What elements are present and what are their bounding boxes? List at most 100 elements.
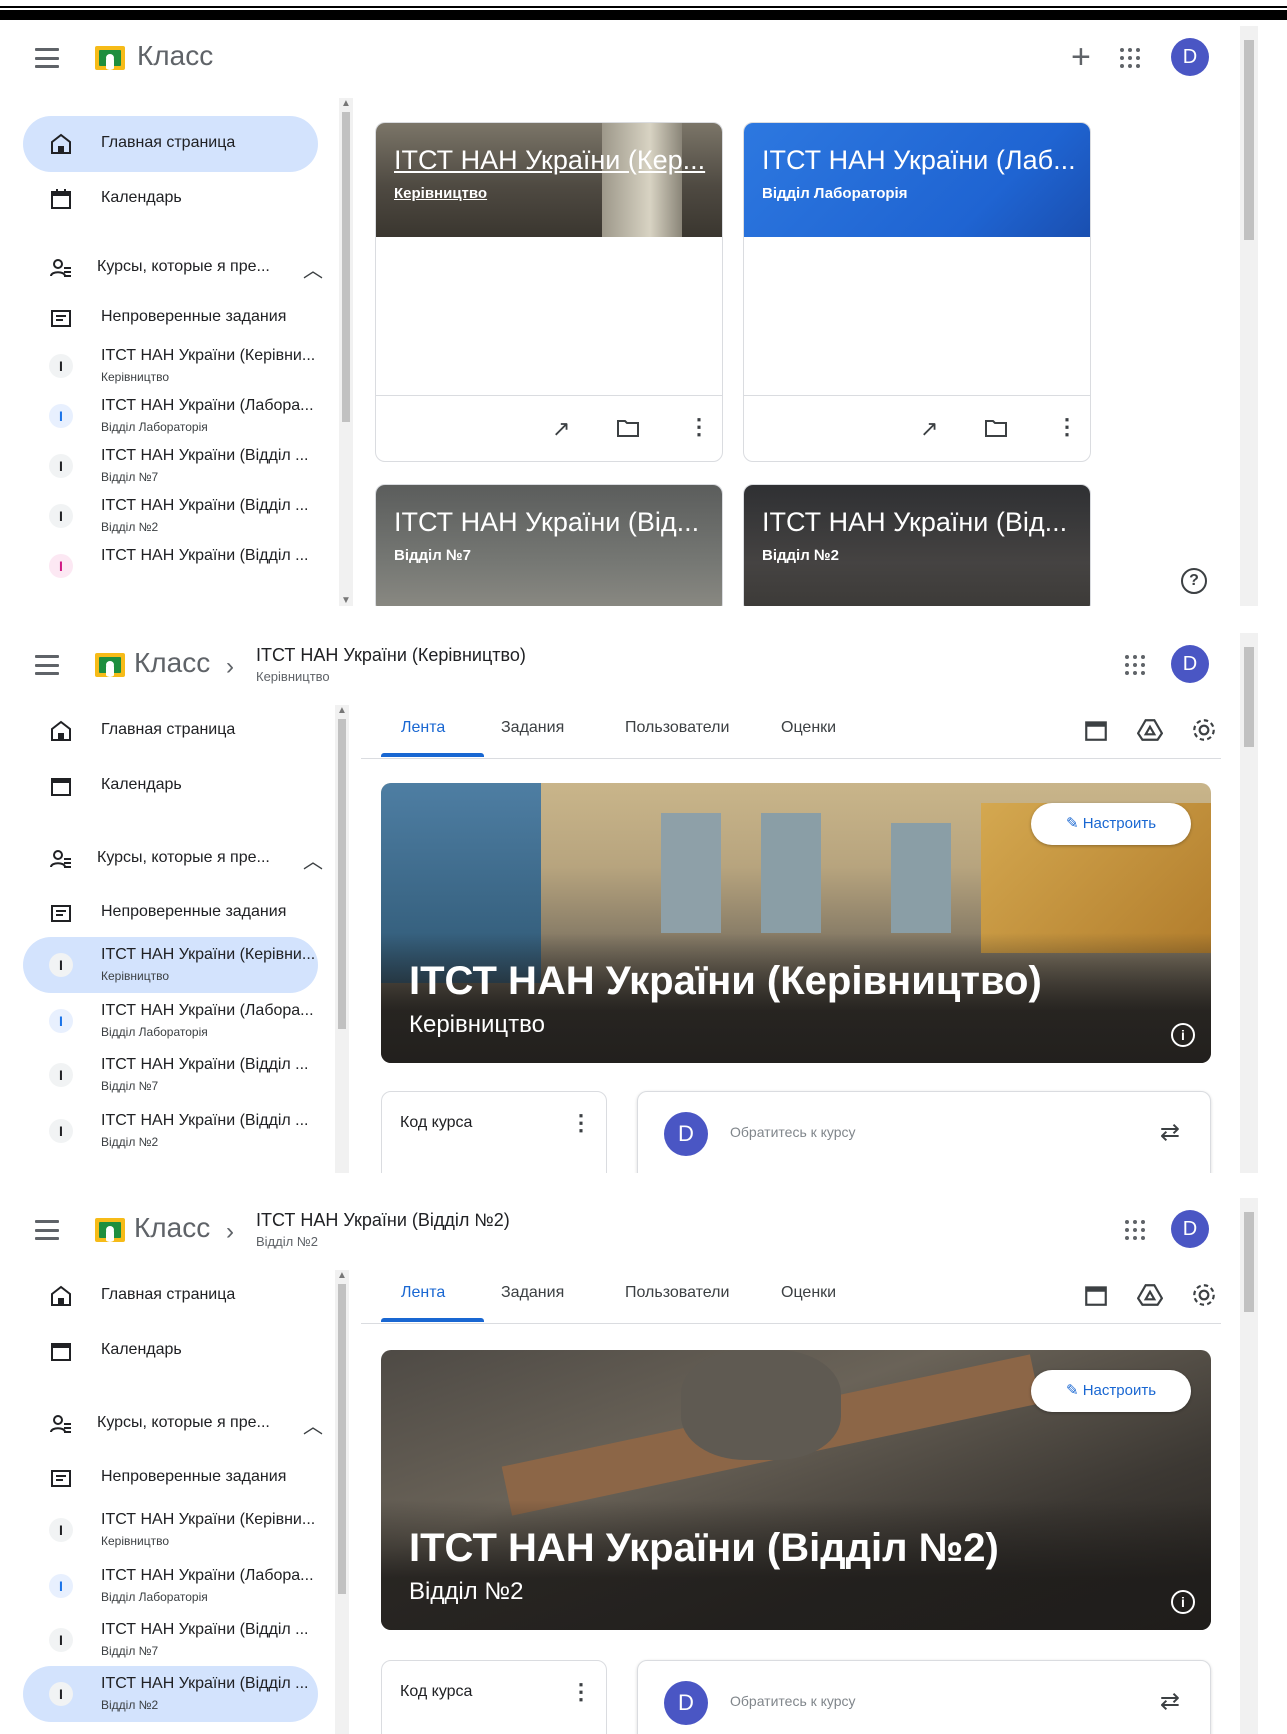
sidebar-item-calendar[interactable]: Календарь (23, 1323, 318, 1379)
page-scrollbar[interactable] (1240, 26, 1258, 606)
info-icon[interactable]: i (1171, 1023, 1195, 1047)
tab-classwork[interactable]: Задания (501, 719, 564, 737)
info-icon[interactable]: i (1171, 1590, 1195, 1614)
sidebar-scrollbar[interactable]: ▲ (335, 1270, 349, 1734)
sidebar-item-teaching[interactable]: Курсы, которые я пре... ︿ (23, 1396, 323, 1452)
calendar-icon[interactable] (1083, 717, 1109, 743)
chevron-up-icon[interactable]: ︿ (303, 1410, 323, 1439)
app-name[interactable]: Класс (134, 1212, 210, 1244)
main-menu-icon[interactable] (35, 48, 59, 68)
sidebar-item-home[interactable]: Главная страница (23, 1268, 318, 1324)
classroom-logo-icon[interactable] (95, 1218, 125, 1242)
announce-placeholder[interactable]: Обратитесь к курсу (730, 1693, 856, 1709)
sidebar-item-teaching[interactable]: Курсы, которые я пре... ︿ (23, 240, 323, 296)
app-name[interactable]: Класс (137, 40, 213, 72)
calendar-icon (51, 778, 71, 796)
folder-icon[interactable] (984, 416, 1008, 440)
course-card[interactable]: ІТСТ НАН України (Лаб... Відділ Лаборато… (743, 122, 1091, 462)
breadcrumb-course-title[interactable]: ІТСТ НАН України (Керівництво) (256, 645, 526, 666)
sidebar-item-course[interactable]: I ІТСТ НАН України (Керівни... Керівницт… (23, 937, 318, 993)
more-vert-icon[interactable]: ⋮ (688, 414, 710, 440)
chevron-up-icon[interactable]: ︿ (303, 845, 323, 874)
tab-grades[interactable]: Оценки (781, 719, 836, 737)
people-icon (50, 1415, 71, 1433)
tab-people[interactable]: Пользователи (625, 1284, 729, 1302)
calendar-icon[interactable] (1083, 1282, 1109, 1308)
google-apps-icon[interactable] (1120, 48, 1140, 68)
sidebar-item-to-review[interactable]: Непроверенные задания (23, 1450, 318, 1506)
card-section[interactable]: Відділ Лабораторія (762, 185, 907, 202)
sidebar-item-course[interactable]: I ІТСТ НАН України (Керівни... Керівницт… (23, 338, 318, 394)
customize-button[interactable]: ✎ Настроить (1031, 803, 1191, 845)
sidebar-item-course[interactable]: I ІТСТ НАН України (Керівни... Керівницт… (23, 1502, 318, 1558)
course-card[interactable]: ІТСТ НАН України (Від... Відділ №7 (375, 484, 723, 606)
card-section[interactable]: Відділ №2 (762, 547, 839, 564)
repost-icon[interactable]: ⇄ (1160, 1118, 1180, 1147)
tab-classwork[interactable]: Задания (501, 1284, 564, 1302)
sidebar-item-course[interactable]: I ІТСТ НАН України (Лабора... Відділ Лаб… (23, 993, 318, 1049)
sidebar-item-course[interactable]: I ІТСТ НАН України (Лабора... Відділ Лаб… (23, 1558, 318, 1614)
sidebar-item-course[interactable]: I ІТСТ НАН України (Відділ ... Відділ №7 (23, 438, 318, 494)
tab-stream[interactable]: Лента (401, 1284, 445, 1302)
page-scrollbar[interactable] (1240, 1198, 1258, 1734)
sidebar-scrollbar[interactable]: ▲ (335, 705, 349, 1173)
sidebar-item-course[interactable]: I ІТСТ НАН України (Відділ ... Відділ №7 (23, 1047, 318, 1103)
card-title[interactable]: ІТСТ НАН України (Лаб... (762, 145, 1076, 176)
chevron-up-icon[interactable]: ︿ (303, 254, 323, 283)
sidebar-item-home[interactable]: Главная страница (23, 116, 318, 172)
announce-box[interactable]: D Обратитесь к курсу ⇄ (637, 1091, 1211, 1173)
account-avatar[interactable]: D (1171, 645, 1209, 683)
drive-icon[interactable] (1137, 1282, 1163, 1308)
course-card[interactable]: ІТСТ НАН України (Від... Відділ №2 (743, 484, 1091, 606)
sidebar-item-course[interactable]: I ІТСТ НАН України (Відділ ... Відділ №7 (23, 1612, 318, 1668)
folder-icon[interactable] (616, 416, 640, 440)
main-menu-icon[interactable] (35, 655, 59, 675)
card-title[interactable]: ІТСТ НАН України (Від... (762, 507, 1067, 538)
sidebar-scrollbar[interactable]: ▲ ▼ (339, 98, 353, 606)
card-section[interactable]: Відділ №7 (394, 547, 471, 564)
sidebar-item-course[interactable]: I ІТСТ НАН України (Відділ ... Відділ №2 (23, 488, 318, 544)
settings-gear-icon[interactable] (1191, 1282, 1217, 1308)
breadcrumb-course-title[interactable]: ІТСТ НАН України (Відділ №2) (256, 1210, 510, 1231)
main-menu-icon[interactable] (35, 1220, 59, 1240)
sidebar-item-home[interactable]: Главная страница (23, 703, 318, 759)
announce-placeholder[interactable]: Обратитесь к курсу (730, 1124, 856, 1140)
page-scrollbar[interactable] (1240, 633, 1258, 1173)
course-card[interactable]: ІТСТ НАН України (Кер... Керівництво ↗ ⋮ (375, 122, 723, 462)
trending-icon[interactable]: ↗ (920, 416, 938, 442)
card-section[interactable]: Керівництво (394, 185, 487, 202)
app-name[interactable]: Класс (134, 647, 210, 679)
tab-stream[interactable]: Лента (401, 719, 445, 737)
google-apps-icon[interactable] (1125, 655, 1145, 675)
google-apps-icon[interactable] (1125, 1220, 1145, 1240)
card-title[interactable]: ІТСТ НАН України (Кер... (394, 145, 705, 176)
customize-button[interactable]: ✎ Настроить (1031, 1370, 1191, 1412)
sidebar-item-course[interactable]: I ІТСТ НАН України (Відділ ... Відділ №2 (23, 1666, 318, 1722)
more-vert-icon[interactable]: ⋮ (570, 1679, 592, 1705)
tab-grades[interactable]: Оценки (781, 1284, 836, 1302)
sidebar-item-teaching[interactable]: Курсы, которые я пре... ︿ (23, 831, 323, 887)
account-avatar[interactable]: D (1171, 38, 1209, 76)
sidebar-item-course[interactable]: I ІТСТ НАН України (Лабора... Відділ Лаб… (23, 388, 318, 444)
sidebar-item-course[interactable]: I ІТСТ НАН України (Відділ ... (23, 538, 318, 594)
repost-icon[interactable]: ⇄ (1160, 1687, 1180, 1716)
more-vert-icon[interactable]: ⋮ (1056, 414, 1078, 440)
course-initial-icon: I (49, 1518, 73, 1542)
announce-box[interactable]: D Обратитесь к курсу ⇄ (637, 1660, 1211, 1734)
help-icon[interactable]: ? (1181, 568, 1207, 594)
sidebar-item-course[interactable]: I ІТСТ НАН України (Відділ ... Відділ №2 (23, 1103, 318, 1159)
sidebar-item-to-review[interactable]: Непроверенные задания (23, 885, 318, 941)
more-vert-icon[interactable]: ⋮ (570, 1110, 592, 1136)
classroom-logo-icon[interactable] (95, 653, 125, 677)
tab-people[interactable]: Пользователи (625, 719, 729, 737)
drive-icon[interactable] (1137, 717, 1163, 743)
create-join-icon[interactable]: + (1071, 40, 1091, 74)
sidebar-item-calendar[interactable]: Календарь (23, 758, 318, 814)
home-icon (51, 720, 71, 741)
settings-gear-icon[interactable] (1191, 717, 1217, 743)
classroom-logo-icon[interactable] (95, 46, 125, 70)
account-avatar[interactable]: D (1171, 1210, 1209, 1248)
sidebar-item-calendar[interactable]: Календарь (23, 171, 318, 227)
card-title[interactable]: ІТСТ НАН України (Від... (394, 507, 699, 538)
trending-icon[interactable]: ↗ (552, 416, 570, 442)
